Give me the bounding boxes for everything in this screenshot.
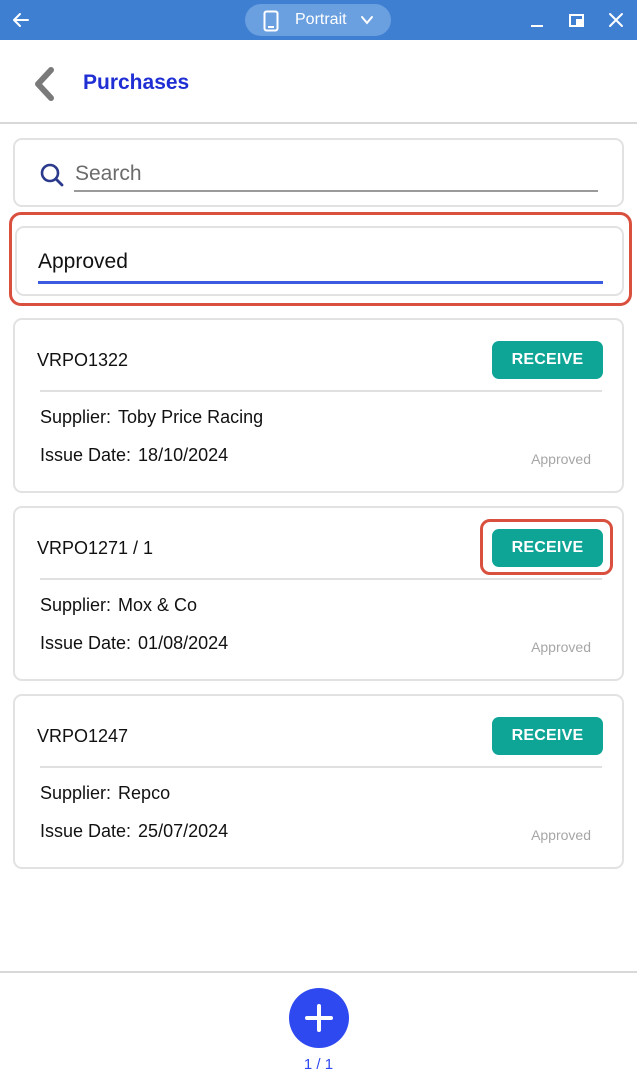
status-filter-field[interactable]: Approved bbox=[38, 250, 603, 284]
search-card bbox=[13, 138, 624, 207]
issue-date-value: 25/07/2024 bbox=[138, 821, 229, 841]
page-header: Purchases bbox=[0, 40, 637, 124]
supplier-value: Repco bbox=[118, 783, 171, 803]
receive-button[interactable]: RECEIVE bbox=[492, 717, 603, 755]
search-input[interactable] bbox=[74, 158, 598, 192]
phone-icon bbox=[263, 10, 279, 32]
chevron-left-icon[interactable] bbox=[30, 66, 58, 102]
divider bbox=[40, 578, 602, 580]
supplier-label: Supplier: bbox=[40, 595, 112, 615]
status-text: Approved bbox=[531, 639, 591, 655]
minimize-icon[interactable] bbox=[527, 10, 547, 30]
purchase-order-card[interactable]: VRPO1247 RECEIVE Supplier: Repco Issue Da… bbox=[13, 694, 624, 869]
status-text: Approved bbox=[531, 827, 591, 843]
divider bbox=[40, 766, 602, 768]
chevron-down-icon bbox=[361, 16, 373, 25]
issue-date-row: Issue Date: 01/08/2024 bbox=[40, 633, 228, 654]
issue-date-value: 18/10/2024 bbox=[138, 445, 229, 465]
status-text: Approved bbox=[531, 451, 591, 467]
page-title: Purchases bbox=[83, 71, 190, 94]
close-icon[interactable] bbox=[606, 10, 626, 30]
restore-icon[interactable] bbox=[567, 10, 587, 30]
orientation-label: Portrait bbox=[295, 11, 347, 28]
page-indicator: 1 / 1 bbox=[303, 1056, 334, 1073]
supplier-row: Supplier: Toby Price Racing bbox=[40, 407, 263, 428]
arrow-left-icon[interactable] bbox=[10, 9, 32, 31]
supplier-row: Supplier: Mox & Co bbox=[40, 595, 197, 616]
orientation-selector[interactable]: Portrait bbox=[245, 4, 391, 36]
supplier-value: Mox & Co bbox=[118, 595, 198, 615]
issue-date-row: Issue Date: 18/10/2024 bbox=[40, 445, 228, 466]
supplier-label: Supplier: bbox=[40, 407, 112, 427]
purchase-order-card[interactable]: VRPO1322 RECEIVE Supplier: Toby Price Rac… bbox=[13, 318, 624, 493]
issue-date-value: 01/08/2024 bbox=[138, 633, 229, 653]
search-icon bbox=[40, 163, 64, 187]
emulator-title-bar: Portrait bbox=[0, 0, 637, 40]
supplier-value: Toby Price Racing bbox=[118, 407, 264, 427]
issue-date-label: Issue Date: bbox=[40, 821, 132, 841]
issue-date-label: Issue Date: bbox=[40, 445, 132, 465]
issue-date-label: Issue Date: bbox=[40, 633, 132, 653]
issue-date-row: Issue Date: 25/07/2024 bbox=[40, 821, 228, 842]
supplier-label: Supplier: bbox=[40, 783, 112, 803]
receive-highlight-annotation bbox=[480, 519, 613, 575]
order-number: VRPO1247 bbox=[37, 726, 129, 746]
add-purchase-button[interactable] bbox=[289, 988, 349, 1048]
supplier-row: Supplier: Repco bbox=[40, 783, 170, 804]
status-filter-card: Approved bbox=[15, 226, 624, 296]
receive-button[interactable]: RECEIVE bbox=[492, 341, 603, 379]
order-number: VRPO1271 / 1 bbox=[37, 538, 154, 558]
order-number: VRPO1322 bbox=[37, 350, 129, 370]
divider bbox=[40, 390, 602, 392]
